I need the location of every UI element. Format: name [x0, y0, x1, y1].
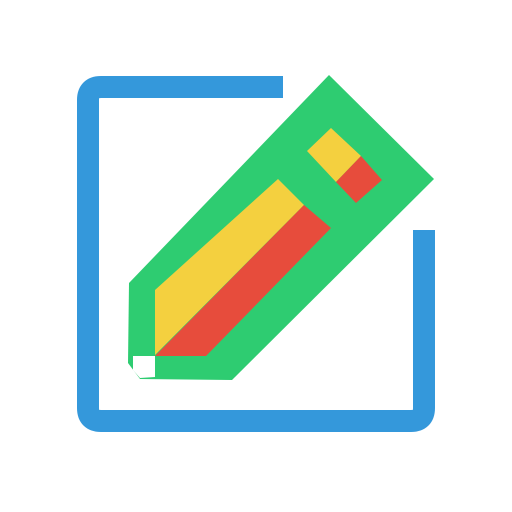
edit-icon: [0, 0, 512, 512]
pencil-tip: [133, 356, 155, 378]
